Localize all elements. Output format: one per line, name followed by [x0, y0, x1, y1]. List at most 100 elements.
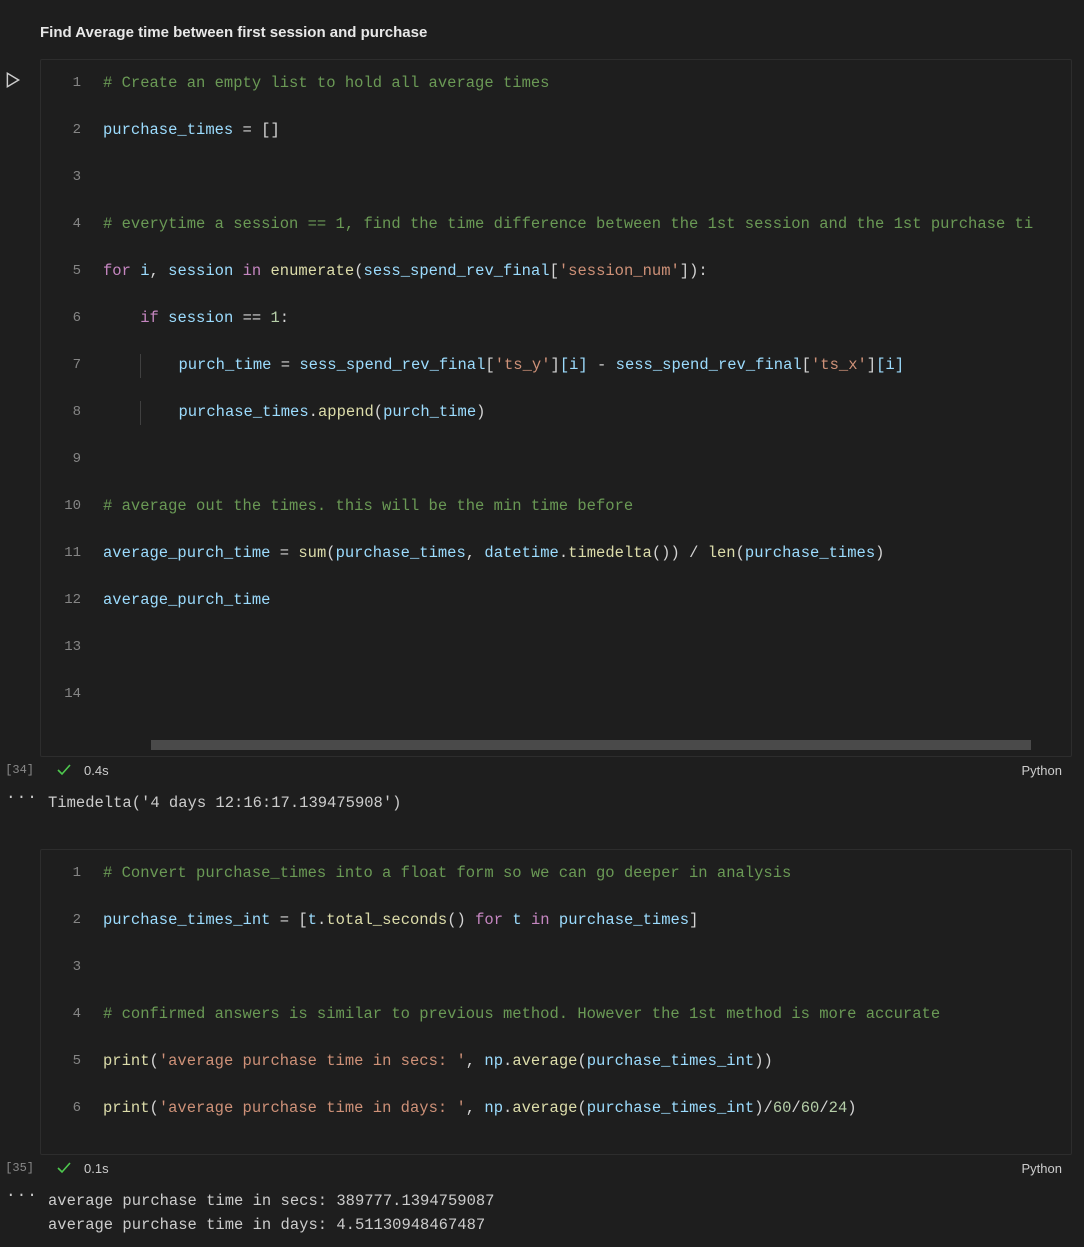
line-number: 7: [41, 354, 103, 378]
code-token: purchase_times_int: [587, 1099, 754, 1117]
code-token: enumerate: [271, 262, 355, 280]
cell-language-label[interactable]: Python: [1022, 1161, 1062, 1176]
output-text: average purchase time in days: 4.5113094…: [48, 1213, 1084, 1237]
check-icon: [56, 762, 72, 778]
code-token: 'average purchase time in days: ': [159, 1099, 466, 1117]
code-token: purchase_times: [103, 121, 233, 139]
run-cell-button[interactable]: [4, 71, 22, 89]
line-number: 11: [41, 542, 103, 566]
code-editor[interactable]: 1# Convert purchase_times into a float f…: [40, 849, 1072, 1155]
code-token: append: [318, 403, 374, 421]
code-token: purchase_times_int: [103, 911, 270, 929]
line-number: 10: [41, 495, 103, 519]
code-token: t: [512, 911, 521, 929]
code-token: t: [308, 911, 317, 929]
code-token: datetime: [484, 544, 558, 562]
code-token: purchase_times: [745, 544, 875, 562]
code-token: i: [140, 262, 149, 280]
code-token: np: [484, 1099, 503, 1117]
code-token: average: [512, 1052, 577, 1070]
code-token: sess_spend_rev_final: [299, 356, 485, 374]
code-token: sess_spend_rev_final: [364, 262, 550, 280]
line-number: 1: [41, 72, 103, 96]
output-ellipsis-icon[interactable]: ···: [6, 1183, 38, 1207]
code-token: ,: [150, 262, 169, 280]
code-token: average_purch_time: [103, 591, 270, 609]
horizontal-scrollbar[interactable]: [151, 740, 1031, 750]
code-token: print: [103, 1052, 150, 1070]
code-token: .: [309, 403, 318, 421]
code-token: (): [447, 911, 466, 929]
code-token: [550, 911, 559, 929]
code-comment: # Create an empty list to hold all avera…: [103, 74, 549, 92]
code-token: for: [103, 262, 131, 280]
line-number: 14: [41, 683, 103, 707]
code-token: timedelta: [568, 544, 652, 562]
code-token: 1: [270, 309, 279, 327]
code-token: .: [559, 544, 568, 562]
code-token: average_purch_time: [103, 544, 270, 562]
code-token: (: [150, 1052, 159, 1070]
code-comment: # everytime a session == 1, find the tim…: [103, 215, 1033, 233]
code-token: (: [150, 1099, 159, 1117]
execution-count: [34]: [0, 763, 34, 777]
notebook-cell-1: 1# Create an empty list to hold all aver…: [0, 59, 1084, 825]
code-token: =: [270, 911, 298, 929]
line-number: 4: [41, 1003, 103, 1027]
code-editor[interactable]: 1# Create an empty list to hold all aver…: [40, 59, 1072, 757]
code-token: /: [791, 1099, 800, 1117]
execution-timing: 0.1s: [84, 1161, 109, 1176]
line-number: 8: [41, 401, 103, 425]
cell-language-label[interactable]: Python: [1022, 763, 1062, 778]
code-token: if: [140, 309, 159, 327]
execution-count: [35]: [0, 1161, 34, 1175]
code-token: 'ts_x': [811, 356, 867, 374]
code-token: (): [652, 544, 671, 562]
code-token: print: [103, 1099, 150, 1117]
code-token: /: [764, 1099, 773, 1117]
code-token: -: [588, 356, 616, 374]
markdown-heading: Find Average time between first session …: [0, 0, 1084, 59]
line-number: 13: [41, 636, 103, 660]
code-token: [i]: [560, 356, 588, 374]
code-token: 'ts_y': [495, 356, 551, 374]
code-token: np: [484, 1052, 503, 1070]
code-token: (: [354, 262, 363, 280]
line-number: 4: [41, 213, 103, 237]
code-token: in: [243, 262, 262, 280]
code-token: purchase_times_int: [587, 1052, 754, 1070]
code-token: purchase_times: [559, 911, 689, 929]
line-number: 6: [41, 1097, 103, 1121]
code-comment: # confirmed answers is similar to previo…: [103, 1005, 940, 1023]
output-text: Timedelta('4 days 12:16:17.139475908'): [48, 791, 1084, 815]
cell-output: ··· average purchase time in secs: 38977…: [0, 1181, 1084, 1247]
code-token: purch_time: [178, 356, 271, 374]
code-token: average: [512, 1099, 577, 1117]
code-token: .: [317, 911, 326, 929]
line-number: 3: [41, 166, 103, 190]
line-number: 12: [41, 589, 103, 613]
code-token: len: [708, 544, 736, 562]
code-token: purchase_times: [178, 403, 308, 421]
code-token: ): [764, 1052, 773, 1070]
line-number: 6: [41, 307, 103, 331]
code-token: .: [503, 1099, 512, 1117]
code-token: purchase_times: [336, 544, 466, 562]
code-token: for: [475, 911, 503, 929]
code-token: 'session_num': [559, 262, 680, 280]
cell-status-bar: [34] 0.4s Python: [0, 757, 1084, 783]
output-ellipsis-icon[interactable]: ···: [6, 785, 38, 809]
check-icon: [56, 1160, 72, 1176]
code-token: session: [168, 262, 233, 280]
code-token: 60: [801, 1099, 820, 1117]
code-token: :: [698, 262, 707, 280]
code-token: 24: [829, 1099, 848, 1117]
code-token: ,: [466, 1052, 485, 1070]
code-token: [: [298, 911, 307, 929]
line-number: 9: [41, 448, 103, 472]
line-number: 1: [41, 862, 103, 886]
code-token: =: [270, 544, 298, 562]
line-number: 2: [41, 909, 103, 933]
code-token: [522, 911, 531, 929]
code-token: 'average purchase time in secs: ': [159, 1052, 466, 1070]
